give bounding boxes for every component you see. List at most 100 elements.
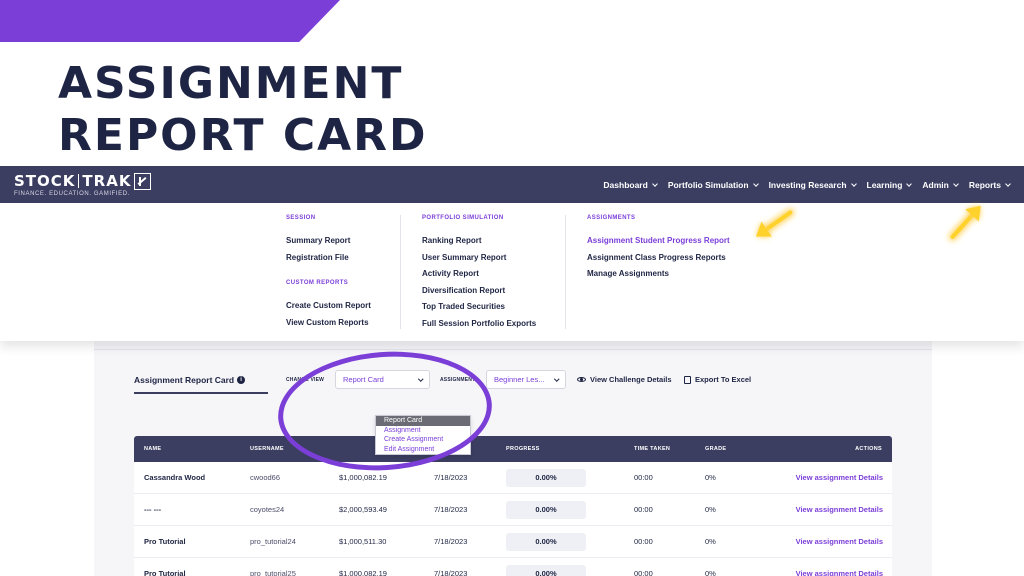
table-row: Pro Tutorial pro_tutorial25 $1,000,082.1…: [134, 558, 892, 576]
cell-last-login: 7/18/2023: [434, 569, 468, 576]
menu-item-user-summary-report[interactable]: User Summary Report: [422, 250, 536, 267]
table-header: NAME USERNAME LAST LOGIN PROGRESS TIME T…: [134, 436, 892, 462]
export-icon: [684, 375, 691, 384]
decorative-band: [0, 0, 340, 42]
col-grade[interactable]: GRADE: [705, 436, 726, 462]
menu-heading-session: SESSION: [286, 215, 316, 221]
chevron-down-icon: [906, 180, 913, 187]
cell-name: Pro Tutorial: [144, 569, 186, 576]
report-table: NAME USERNAME LAST LOGIN PROGRESS TIME T…: [134, 436, 892, 576]
menu-divider: [565, 215, 566, 329]
cell-username: cwood66: [250, 473, 281, 482]
cell-username: pro_tutorial25: [250, 569, 296, 576]
assignment-select[interactable]: Beginner Les...: [486, 370, 566, 389]
menu-item-create-custom-report[interactable]: Create Custom Report: [286, 298, 371, 315]
menu-column-portfolio-simulation: PORTFOLIO SIMULATION Ranking Report User…: [422, 215, 536, 332]
cell-name: --- ---: [144, 505, 162, 514]
cell-grade: 0%: [705, 569, 716, 576]
nav-item-admin[interactable]: Admin: [922, 179, 959, 190]
menu-item-full-session-exports[interactable]: Full Session Portfolio Exports: [422, 316, 536, 333]
logo-text-left: STOCK: [14, 172, 76, 190]
chevron-down-icon: [850, 180, 857, 187]
nav-item-investing-research[interactable]: Investing Research: [768, 179, 857, 190]
nav-item-dashboard[interactable]: Dashboard: [603, 179, 658, 190]
cell-value: $2,000,593.49: [339, 505, 387, 514]
nav-label: Admin: [922, 179, 949, 190]
report-card-page: Assignment Report Card i CHANGE VIEW Rep…: [94, 341, 932, 576]
nav-item-reports[interactable]: Reports: [968, 179, 1011, 190]
option-edit-assignment[interactable]: Edit Assignment: [376, 445, 470, 455]
cell-username: pro_tutorial24: [250, 537, 296, 546]
menu-item-assignment-student-progress-report[interactable]: Assignment Student Progress Report: [587, 233, 730, 250]
chevron-down-icon: [953, 180, 959, 187]
option-assignment[interactable]: Assignment: [376, 426, 470, 436]
eye-icon: [577, 377, 586, 382]
menu-item-registration-file[interactable]: Registration File: [286, 250, 371, 267]
menu-heading-custom-reports: CUSTOM REPORTS: [286, 280, 349, 286]
col-name[interactable]: NAME: [144, 436, 161, 462]
menu-item-summary-report[interactable]: Summary Report: [286, 233, 371, 250]
cell-time-taken: 00:00: [634, 569, 653, 576]
nav-item-learning[interactable]: Learning: [866, 179, 913, 190]
change-view-label: CHANGE VIEW: [286, 377, 325, 383]
nav-item-portfolio-simulation[interactable]: Portfolio Simulation: [668, 180, 759, 190]
view-challenge-details-link[interactable]: View Challenge Details: [577, 375, 672, 384]
chevron-down-icon: [752, 180, 759, 187]
assignment-label: ASSIGNMENT: [440, 377, 476, 383]
stocktrak-logo[interactable]: STOCK TRAK FINANCE. EDUCATION. GAMIFIED.: [14, 172, 152, 197]
menu-item-activity-report[interactable]: Activity Report: [422, 266, 536, 283]
menu-item-assignment-class-progress-reports[interactable]: Assignment Class Progress Reports: [587, 250, 730, 267]
info-icon[interactable]: i: [237, 376, 246, 384]
cell-time-taken: 00:00: [634, 537, 653, 546]
nav-label: Dashboard: [603, 179, 648, 190]
logo-tagline: FINANCE. EDUCATION. GAMIFIED.: [14, 191, 130, 197]
option-create-assignment[interactable]: Create Assignment: [376, 435, 470, 445]
nav-menu: Dashboard Portfolio Simulation Investing…: [603, 166, 1011, 203]
headline-line-1: ASSIGNMENT: [58, 58, 404, 109]
progress-pill: 0.00%: [506, 565, 586, 576]
view-assignment-details-link[interactable]: View assignment Details: [796, 494, 883, 526]
menu-heading-assignments: ASSIGNMENTS: [587, 215, 636, 221]
select-value: Report Card: [343, 375, 384, 384]
divider: [94, 349, 932, 350]
menu-item-top-traded-securities[interactable]: Top Traded Securities: [422, 299, 536, 316]
col-progress[interactable]: PROGRESS: [506, 436, 540, 462]
tab-assignment-report-card[interactable]: Assignment Report Card i: [134, 375, 246, 385]
col-username[interactable]: USERNAME: [250, 436, 284, 462]
change-view-select[interactable]: Report Card: [335, 370, 430, 389]
reports-mega-menu: SESSION Summary Report Registration File…: [0, 203, 1024, 341]
chevron-down-icon: [417, 376, 423, 381]
col-actions: ACTIONS: [855, 446, 882, 452]
select-value: Beginner Les...: [494, 375, 545, 384]
menu-item-diversification-report[interactable]: Diversification Report: [422, 283, 536, 300]
nav-label: Learning: [866, 179, 903, 190]
cell-grade: 0%: [705, 537, 716, 546]
menu-item-view-custom-reports[interactable]: View Custom Reports: [286, 315, 371, 332]
tab-label: Assignment Report Card: [134, 375, 235, 385]
menu-item-manage-assignments[interactable]: Manage Assignments: [587, 266, 730, 283]
view-assignment-details-link[interactable]: View assignment Details: [796, 558, 883, 576]
progress-pill: 0.00%: [506, 501, 586, 519]
nav-label: Investing Research: [768, 179, 847, 190]
view-assignment-details-link[interactable]: View assignment Details: [796, 462, 883, 494]
logo-chart-icon: [134, 172, 152, 190]
active-tab-indicator: [134, 392, 268, 394]
export-to-excel-link[interactable]: Export To Excel: [684, 375, 751, 384]
headline-line-2: REPORT CARD: [58, 110, 428, 161]
cell-last-login: 7/18/2023: [434, 537, 468, 546]
table-row: Cassandra Wood cwood66 $1,000,082.19 7/1…: [134, 462, 892, 494]
cell-name: Pro Tutorial: [144, 537, 186, 546]
menu-item-ranking-report[interactable]: Ranking Report: [422, 233, 536, 250]
progress-pill: 0.00%: [506, 469, 586, 487]
menu-heading-portfolio-simulation: PORTFOLIO SIMULATION: [422, 215, 504, 221]
view-assignment-details-link[interactable]: View assignment Details: [796, 526, 883, 558]
cell-last-login: 7/18/2023: [434, 505, 468, 514]
table-row: Pro Tutorial pro_tutorial24 $1,000,511.3…: [134, 526, 892, 558]
progress-pill: 0.00%: [506, 533, 586, 551]
nav-label: Reports: [968, 179, 1001, 190]
cell-value: $1,000,082.19: [339, 473, 387, 482]
option-report-card[interactable]: Report Card: [376, 416, 470, 426]
col-time-taken[interactable]: TIME TAKEN: [634, 436, 670, 462]
cell-grade: 0%: [705, 473, 716, 482]
chevron-down-icon: [1005, 180, 1011, 187]
